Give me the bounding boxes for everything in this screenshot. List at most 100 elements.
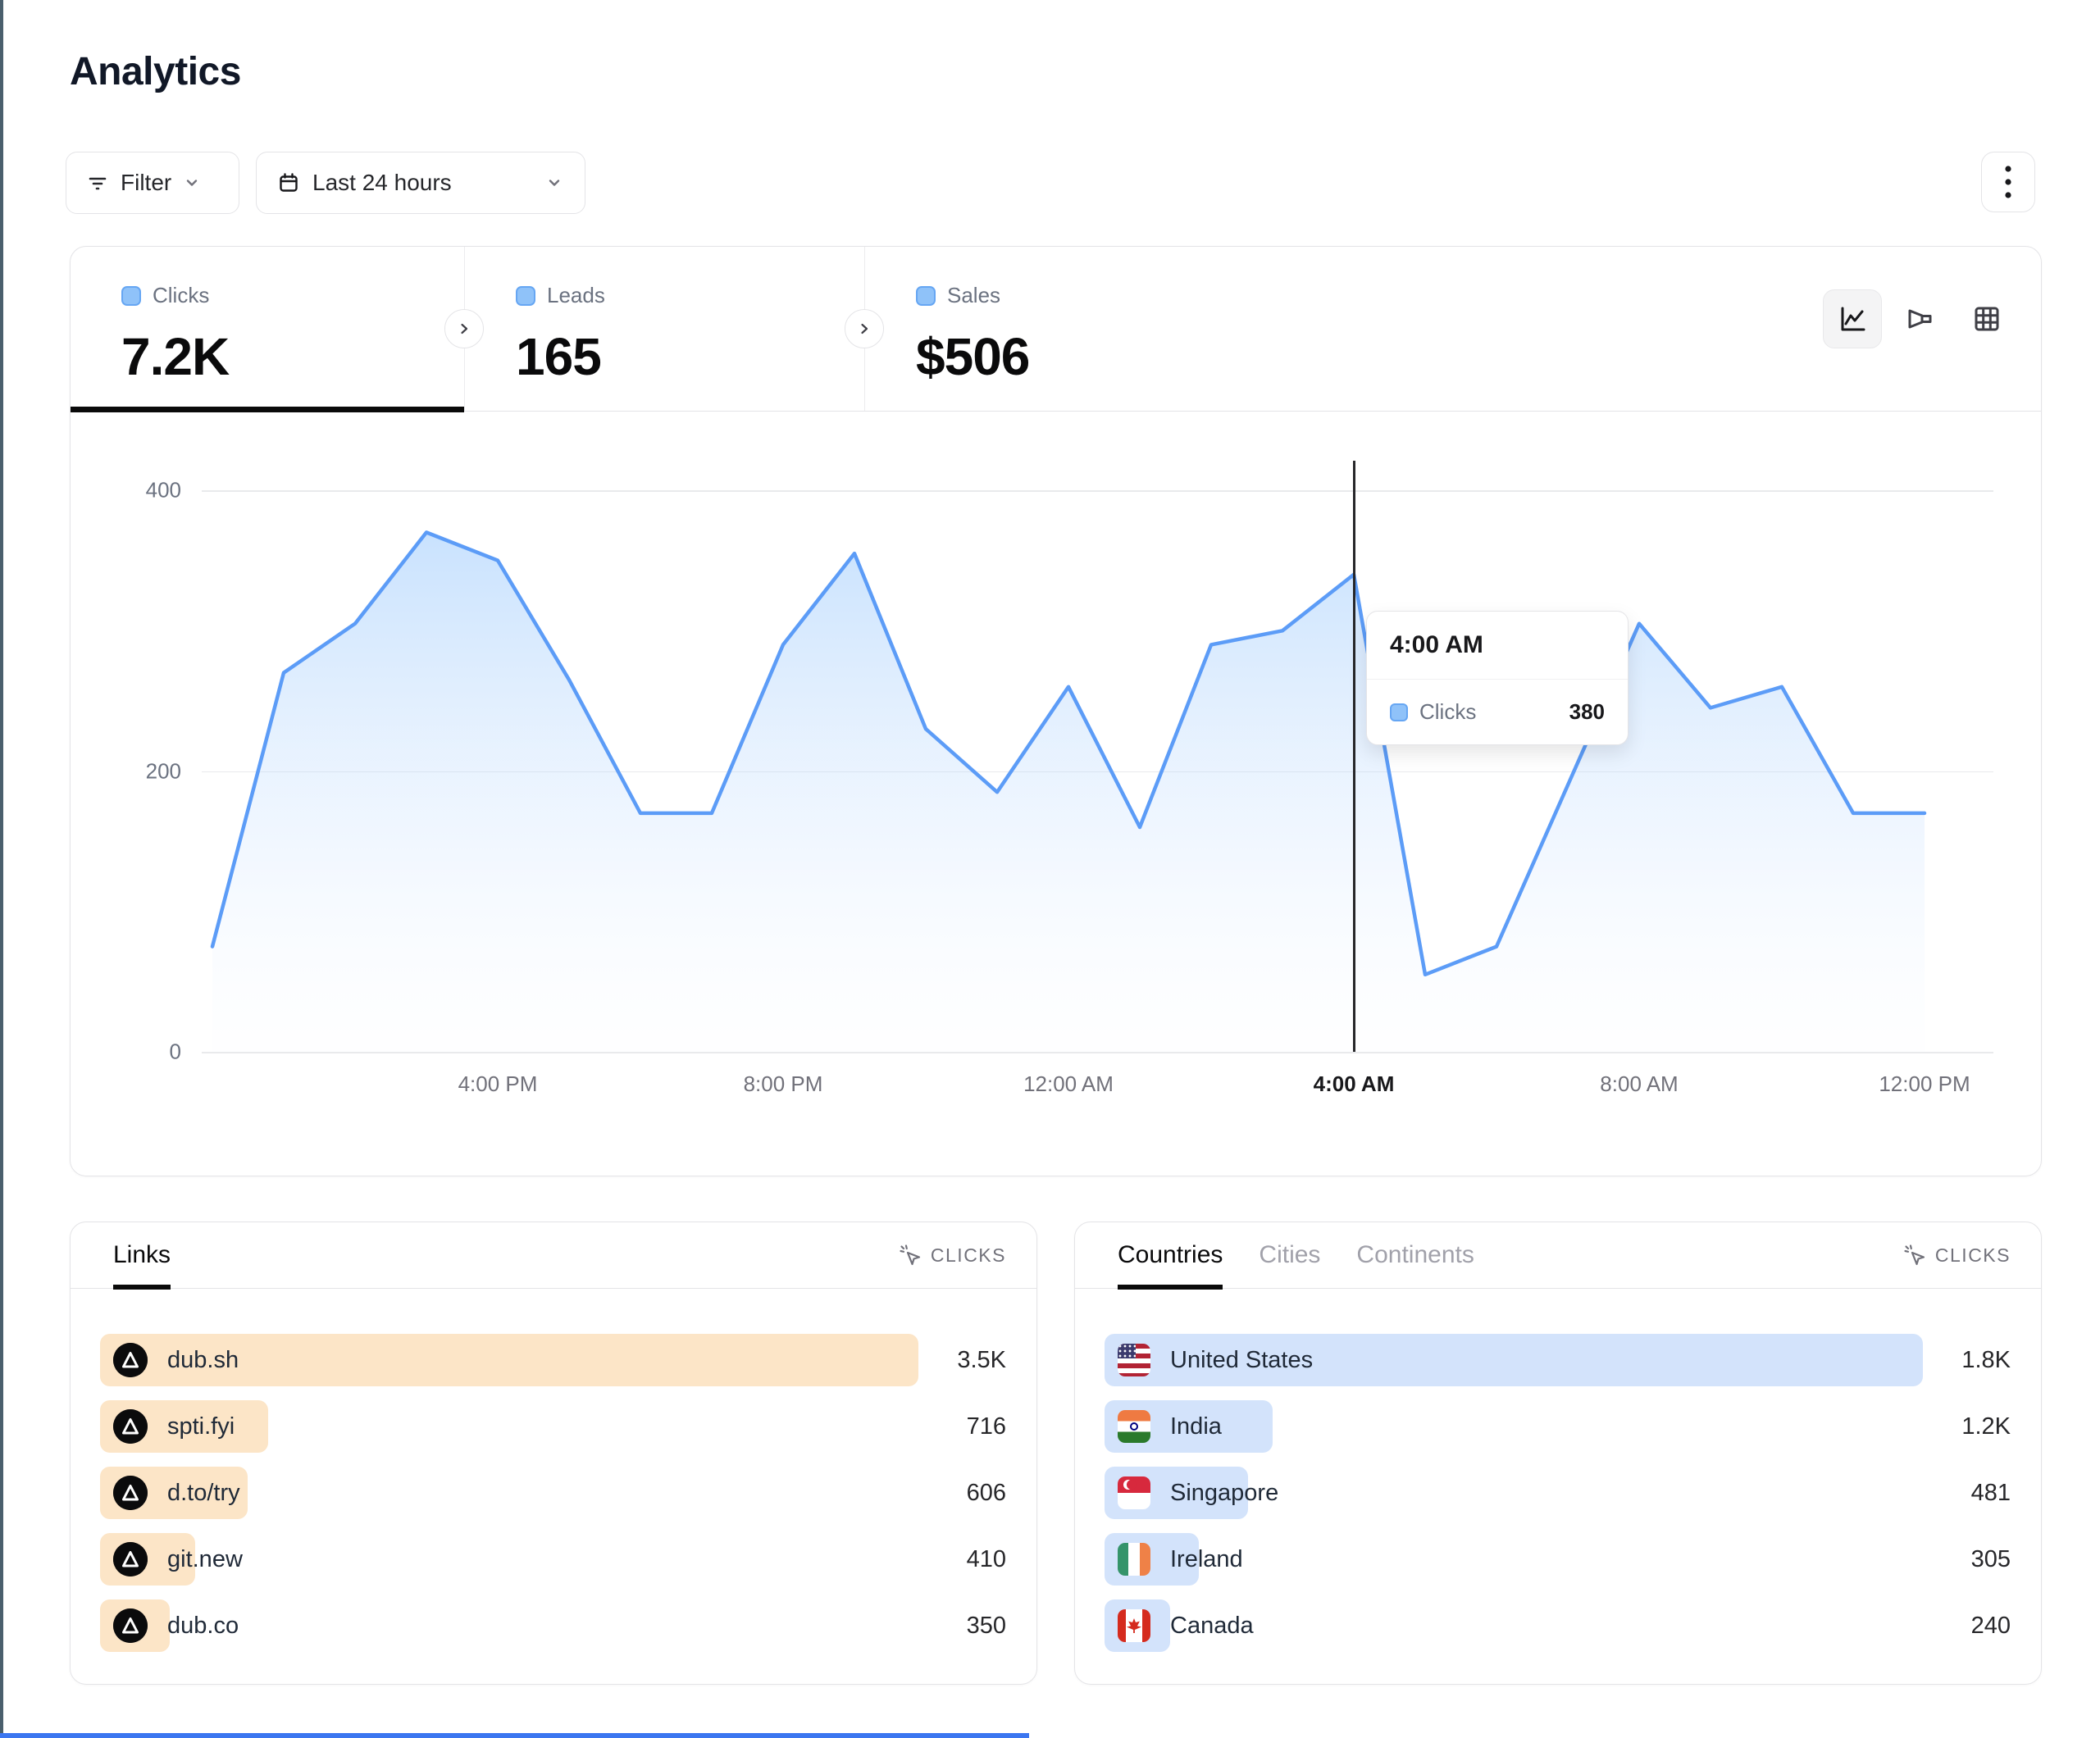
link-clicks-value: 350 [967, 1599, 1006, 1652]
country-label: Singapore [1170, 1480, 1278, 1507]
stat-tab-clicks[interactable]: Clicks 7.2K [71, 247, 464, 411]
country-clicks-value: 1.2K [1961, 1400, 2011, 1453]
stat-label: Leads [547, 283, 605, 308]
chart-view-toggles [1823, 289, 2016, 348]
window-bottom-edge [0, 1733, 1029, 1738]
dub-logo-icon [113, 1542, 148, 1576]
country-row[interactable]: United States 1.8K [1105, 1334, 2011, 1386]
links-metric-label: CLICKS [931, 1244, 1006, 1267]
chevron-right-icon [457, 321, 471, 336]
chevron-down-icon [183, 174, 201, 192]
countries-panel: Countries Cities Continents CLICKS [1074, 1222, 2042, 1685]
links-list: dub.sh 3.5K spti.fyi 716 d.t [100, 1334, 1006, 1666]
countries-list: United States 1.8K India 1.2K Singapore … [1105, 1334, 2011, 1666]
calendar-icon [278, 172, 299, 193]
tab-continents[interactable]: Continents [1356, 1222, 1474, 1288]
window-left-edge [0, 0, 3, 1738]
link-clicks-value: 606 [967, 1467, 1006, 1519]
country-flag-icon [1118, 1476, 1150, 1509]
country-label: Canada [1170, 1613, 1254, 1640]
country-flag-icon [1118, 1344, 1150, 1376]
link-label: spti.fyi [167, 1413, 235, 1440]
tooltip-time: 4:00 AM [1367, 612, 1628, 680]
country-clicks-value: 240 [1971, 1599, 2011, 1652]
tab-countries[interactable]: Countries [1118, 1222, 1223, 1288]
tab-links[interactable]: Links [113, 1222, 171, 1288]
tooltip-value: 380 [1569, 699, 1605, 725]
table-grid-icon [1970, 303, 2003, 335]
dub-logo-icon [113, 1608, 148, 1643]
country-row[interactable]: Singapore 481 [1105, 1467, 2011, 1519]
y-tick-label: 400 [103, 478, 181, 503]
chart-area-plot [202, 461, 1993, 1052]
country-label: Ireland [1170, 1546, 1243, 1573]
page-title: Analytics [70, 49, 241, 94]
leads-legend-chip [516, 286, 535, 306]
y-tick-label: 0 [103, 1040, 181, 1065]
tab-cities[interactable]: Cities [1259, 1222, 1320, 1288]
countries-metric-header[interactable]: CLICKS [1902, 1243, 2011, 1267]
dub-logo-icon [113, 1476, 148, 1510]
x-tick-label: 8:00 PM [744, 1071, 823, 1097]
funnel-chart-view-button[interactable] [1890, 289, 1949, 348]
filter-icon [86, 171, 109, 194]
links-metric-header[interactable]: CLICKS [898, 1243, 1006, 1267]
link-clicks-value: 410 [967, 1533, 1006, 1586]
countries-metric-label: CLICKS [1935, 1244, 2011, 1267]
stat-tab-leads[interactable]: Leads 165 [464, 247, 864, 411]
analytics-page: Analytics Filter Last 24 hours [0, 0, 2100, 1738]
date-range-label: Last 24 hours [312, 170, 452, 196]
funnel-chart-icon [1903, 303, 1936, 335]
more-options-button[interactable] [1981, 152, 2035, 212]
tab-continents-label: Continents [1356, 1241, 1474, 1269]
country-flag-icon [1118, 1410, 1150, 1443]
expand-clicks-button[interactable] [444, 309, 484, 348]
links-panel: Links CLICKS du [70, 1222, 1037, 1685]
links-panel-header: Links CLICKS [71, 1222, 1036, 1289]
country-row[interactable]: Ireland 305 [1105, 1533, 2011, 1586]
stat-value: 165 [516, 326, 864, 387]
chevron-down-icon [545, 174, 563, 192]
date-range-button[interactable]: Last 24 hours [256, 152, 585, 214]
link-row[interactable]: git.new 410 [100, 1533, 1006, 1586]
country-label: United States [1170, 1347, 1313, 1374]
toolbar: Filter Last 24 hours [66, 152, 2035, 214]
chevron-right-icon [857, 321, 872, 336]
tab-countries-label: Countries [1118, 1241, 1223, 1269]
dub-logo-icon [113, 1409, 148, 1444]
link-row[interactable]: d.to/try 606 [100, 1467, 1006, 1519]
chart-crosshair [1353, 461, 1355, 1052]
dub-logo-icon [113, 1343, 148, 1377]
link-label: git.new [167, 1546, 243, 1573]
line-chart-view-button[interactable] [1823, 289, 1882, 348]
link-label: d.to/try [167, 1480, 240, 1507]
country-clicks-value: 1.8K [1961, 1334, 2011, 1386]
table-view-button[interactable] [1957, 289, 2016, 348]
link-label: dub.sh [167, 1347, 239, 1374]
filter-button[interactable]: Filter [66, 152, 239, 214]
chart-tooltip: 4:00 AM Clicks 380 [1366, 611, 1629, 745]
x-tick-label: 12:00 AM [1023, 1071, 1114, 1097]
clicks-time-series-chart[interactable]: 0 200 400 4:00 AM Clicks 380 [71, 412, 2041, 1176]
tooltip-series-label: Clicks [1419, 699, 1476, 725]
stat-value: 7.2K [121, 326, 464, 387]
country-flag-icon [1118, 1609, 1150, 1642]
gridline [202, 1052, 1993, 1053]
link-row[interactable]: spti.fyi 716 [100, 1400, 1006, 1453]
country-label: India [1170, 1413, 1222, 1440]
kebab-icon [2004, 162, 2012, 202]
y-tick-label: 200 [103, 758, 181, 784]
link-clicks-value: 716 [967, 1400, 1006, 1453]
link-label: dub.co [167, 1613, 239, 1640]
expand-leads-button[interactable] [845, 309, 884, 348]
link-row[interactable]: dub.sh 3.5K [100, 1334, 1006, 1386]
country-clicks-value: 481 [1971, 1467, 2011, 1519]
stat-label: Sales [947, 283, 1000, 308]
analytics-card: Clicks 7.2K Leads 165 Sales $506 [70, 246, 2042, 1176]
line-chart-icon [1836, 303, 1869, 335]
chart-area-fill [212, 532, 1925, 1052]
link-row[interactable]: dub.co 350 [100, 1599, 1006, 1652]
country-row[interactable]: Canada 240 [1105, 1599, 2011, 1652]
x-tick-label: 8:00 AM [1600, 1071, 1678, 1097]
country-row[interactable]: India 1.2K [1105, 1400, 2011, 1453]
